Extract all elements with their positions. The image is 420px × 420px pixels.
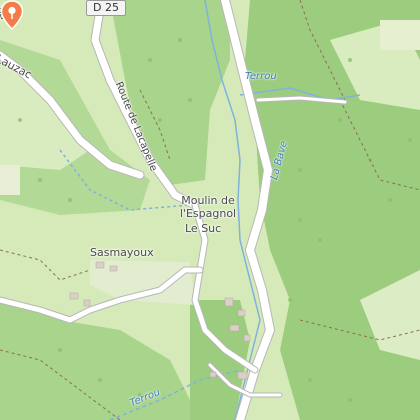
building bbox=[209, 371, 217, 378]
building bbox=[237, 371, 248, 380]
place-label-le-suc[interactable]: Le Suc bbox=[185, 222, 221, 235]
building bbox=[69, 292, 79, 300]
building bbox=[229, 324, 240, 332]
building bbox=[109, 265, 118, 272]
building bbox=[83, 299, 91, 307]
place-label-moulin-line2: l'Espagnol bbox=[179, 207, 237, 220]
place-label-moulin[interactable]: Moulin de l'Espagnol bbox=[178, 194, 238, 220]
place-label-moulin-line1: Moulin de bbox=[181, 194, 235, 207]
map-canvas[interactable]: D 25 Lauzac Route de Lacapelle Terrou La… bbox=[0, 0, 420, 420]
stream-label-terrou-north: Terrou bbox=[245, 71, 277, 82]
farmland-patch-ne bbox=[380, 20, 420, 50]
road-shield-d25: D 25 bbox=[86, 0, 126, 16]
location-pin-icon[interactable] bbox=[0, 0, 24, 30]
building bbox=[95, 261, 105, 269]
farmland-patch bbox=[0, 165, 20, 195]
building bbox=[243, 334, 251, 342]
building bbox=[237, 309, 246, 317]
building bbox=[224, 297, 234, 307]
place-label-sasmayoux[interactable]: Sasmayoux bbox=[90, 246, 154, 259]
